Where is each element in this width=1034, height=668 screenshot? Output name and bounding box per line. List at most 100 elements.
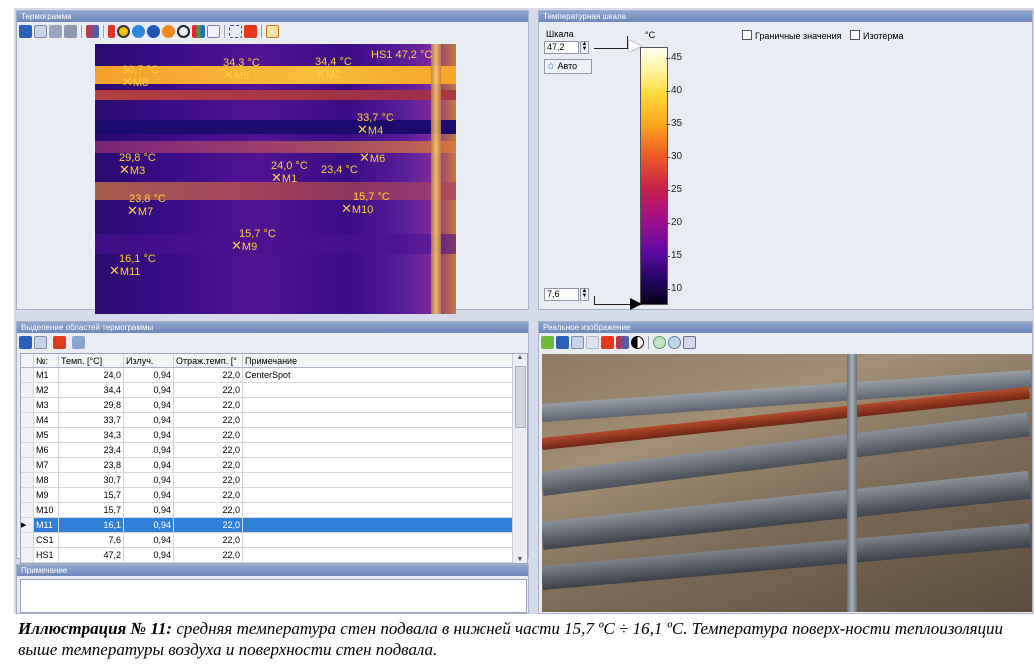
spot-orange-icon[interactable]	[162, 24, 175, 38]
table-cell[interactable]: 0,94	[123, 367, 174, 383]
export-icon[interactable]	[49, 24, 62, 38]
table-row[interactable]: M7 23,8 0,94 22,0	[21, 457, 516, 473]
spot-navy-icon[interactable]	[147, 24, 160, 38]
table-cell[interactable]: M10	[33, 502, 59, 518]
table-cell[interactable]: CenterSpot	[242, 367, 516, 383]
table-cell[interactable]: 22,0	[173, 367, 243, 383]
table-cell[interactable]: 22,0	[173, 442, 243, 458]
table-cell[interactable]: M9	[33, 487, 59, 503]
row-indicator[interactable]	[21, 502, 34, 518]
table-row[interactable]: M4 33,7 0,94 22,0	[21, 412, 516, 428]
marker-m4[interactable]: 33,7 °C ✕M4	[357, 112, 394, 137]
column-header[interactable]: Примечание	[242, 354, 516, 368]
table-cell[interactable]	[242, 382, 516, 398]
table-cell[interactable]: 23,4	[58, 442, 124, 458]
profile-icon[interactable]	[207, 24, 220, 38]
table-cell[interactable]	[242, 517, 516, 533]
table-cell[interactable]: 29,8	[58, 397, 124, 413]
marker-m11[interactable]: 16,1 °C ✕M11	[109, 253, 156, 278]
table-cell[interactable]: 0,94	[123, 472, 174, 488]
row-indicator[interactable]: ▶	[21, 517, 34, 533]
zoom-out-icon[interactable]	[668, 335, 681, 349]
table-cell[interactable]	[242, 532, 516, 548]
marker-m8[interactable]: 30,7 °C ✕M8	[122, 64, 159, 89]
table-cell[interactable]: M3	[33, 397, 59, 413]
table-cell[interactable]: M1	[33, 367, 59, 383]
column-header[interactable]: Отраж.темп. [°	[173, 354, 243, 368]
table-cell[interactable]: 22,0	[173, 502, 243, 518]
table-cell[interactable]: M6	[33, 442, 59, 458]
row-indicator[interactable]	[21, 457, 34, 473]
table-cell[interactable]: 0,94	[123, 382, 174, 398]
table-cell[interactable]: 0,94	[123, 427, 174, 443]
table-cell[interactable]	[242, 457, 516, 473]
copy-icon[interactable]	[34, 24, 47, 38]
table-cell[interactable]: 15,7	[58, 487, 124, 503]
table-cell[interactable]: 22,0	[173, 547, 243, 563]
table-cell[interactable]: 0,94	[123, 487, 174, 503]
scale-min-spinner[interactable]: ▲ ▼	[580, 288, 589, 301]
marker-m1[interactable]: 24,0 °C ✕M1	[271, 160, 308, 185]
table-cell[interactable]: 22,0	[173, 517, 243, 533]
table-cell[interactable]: 22,0	[173, 397, 243, 413]
table-cell[interactable]: M7	[33, 457, 59, 473]
zoom-fit-icon[interactable]	[683, 335, 696, 349]
row-indicator[interactable]	[21, 532, 34, 548]
table-cell[interactable]	[242, 442, 516, 458]
scale-max-spinner[interactable]: ▲ ▼	[580, 41, 589, 54]
table-cell[interactable]: 0,94	[123, 397, 174, 413]
table-row[interactable]: M9 15,7 0,94 22,0	[21, 487, 516, 503]
table-cell[interactable]: CS1	[33, 532, 59, 548]
table-cell[interactable]: 22,0	[173, 472, 243, 488]
table-cell[interactable]: 22,0	[173, 457, 243, 473]
column-header[interactable]: №:	[33, 354, 59, 368]
table-cell[interactable]	[242, 547, 516, 563]
scale-max-input[interactable]: 47,2	[544, 41, 579, 54]
table-row[interactable]: M2 34,4 0,94 22,0	[21, 382, 516, 398]
table-cell[interactable]: 23,8	[58, 457, 124, 473]
table-row[interactable]: M6 23,4 0,94 22,0	[21, 442, 516, 458]
table-cell[interactable]: 22,0	[173, 427, 243, 443]
thermometer-icon[interactable]	[108, 24, 115, 38]
row-indicator[interactable]	[21, 412, 34, 428]
table-cell[interactable]: 0,94	[123, 517, 174, 533]
table-cell[interactable]: HS1	[33, 547, 59, 563]
scrollbar-thumb[interactable]	[515, 366, 526, 428]
table-row[interactable]: M3 29,8 0,94 22,0	[21, 397, 516, 413]
table-cell[interactable]: 22,0	[173, 382, 243, 398]
marker-m2[interactable]: 34,4 °C ✕M2	[315, 56, 352, 81]
row-indicator[interactable]	[21, 472, 34, 488]
column-header[interactable]: Темп. [°C]	[58, 354, 124, 368]
table-cell[interactable]: 22,0	[173, 412, 243, 428]
pin-icon[interactable]	[72, 335, 85, 349]
marker-m9[interactable]: 15,7 °C ✕M9	[231, 228, 276, 253]
table-cell[interactable]	[242, 502, 516, 518]
real-photo[interactable]	[542, 354, 1032, 612]
table-cell[interactable]: 0,94	[123, 547, 174, 563]
table-cell[interactable]	[242, 397, 516, 413]
row-indicator[interactable]	[21, 382, 34, 398]
select-area-icon[interactable]	[229, 24, 242, 38]
paste-icon[interactable]	[586, 335, 599, 349]
table-cell[interactable]: 0,94	[123, 457, 174, 473]
delete-icon[interactable]	[53, 335, 66, 349]
row-indicator[interactable]	[21, 487, 34, 503]
row-indicator[interactable]	[21, 367, 34, 383]
table-row[interactable]: HS1 47,2 0,94 22,0	[21, 547, 516, 563]
table-cell[interactable]: M11	[33, 517, 59, 533]
note-textarea[interactable]	[20, 579, 527, 613]
table-cell[interactable]: 34,4	[58, 382, 124, 398]
spot-blue-icon[interactable]	[132, 24, 145, 38]
row-indicator[interactable]	[21, 427, 34, 443]
table-row[interactable]: M8 30,7 0,94 22,0	[21, 472, 516, 488]
table-cell[interactable]: M5	[33, 427, 59, 443]
histogram-icon[interactable]	[192, 24, 205, 38]
open-icon[interactable]	[541, 335, 554, 349]
column-header[interactable]: Излуч.	[123, 354, 174, 368]
table-cell[interactable]: 16,1	[58, 517, 124, 533]
table-cell[interactable]: 24,0	[58, 367, 124, 383]
marker-m7[interactable]: 23,8 °C ✕M7	[127, 193, 166, 218]
zoom-in-icon[interactable]	[653, 335, 666, 349]
save-icon[interactable]	[19, 335, 32, 349]
table-cell[interactable]: 0,94	[123, 502, 174, 518]
